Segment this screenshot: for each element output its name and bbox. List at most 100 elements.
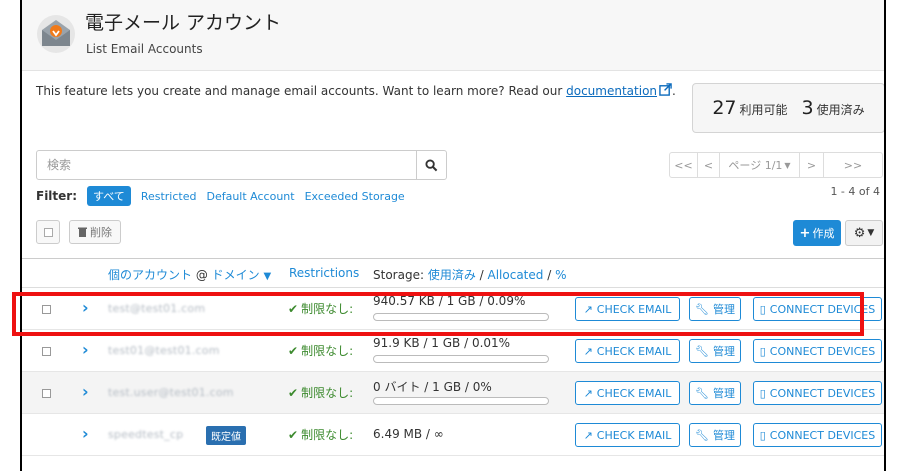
external-link-icon: ↗ — [583, 344, 593, 358]
trash-icon — [78, 227, 87, 237]
check-email-button[interactable]: ↗ CHECK EMAIL — [575, 297, 680, 321]
filter-label: Filter: — [36, 189, 78, 203]
gear-icon: ⚙ — [853, 225, 866, 241]
storage-usage: 0 バイト / 1 GB / 0% — [373, 380, 492, 394]
manage-button[interactable]: 🔧︎ 管理 — [689, 297, 741, 321]
wrench-icon: 🔧︎ — [695, 386, 709, 400]
phone-icon: ▯ — [759, 344, 766, 358]
description-text: This feature lets you create and manage … — [36, 84, 567, 98]
page-subtitle: List Email Accounts — [86, 42, 203, 56]
storage-usage: 6.49 MB / ∞ — [373, 427, 444, 441]
check-email-button[interactable]: ↗ CHECK EMAIL — [575, 381, 680, 405]
connect-devices-label: CONNECT DEVICES — [769, 428, 876, 442]
restriction-status: ✔ 制限なし: — [288, 426, 353, 443]
filter-exceeded-storage[interactable]: Exceeded Storage — [305, 190, 405, 203]
search-input[interactable] — [37, 151, 417, 179]
feature-description: This feature lets you create and manage … — [36, 83, 676, 98]
expand-row-icon[interactable]: › — [82, 298, 89, 317]
used-stat: 3 使用済み — [802, 97, 865, 119]
restriction-text: 制限なし: — [301, 386, 354, 400]
settings-button[interactable]: ⚙ ▼ — [845, 220, 883, 246]
checkmark-icon: ✔ — [288, 428, 299, 442]
table-header: 個のアカウント @ ドメイン ▼ Restrictions Storage: 使… — [22, 258, 884, 288]
available-label: 利用可能 — [739, 103, 788, 117]
table-row: › speedtest_cp 既定値 ✔ 制限なし: 6.49 MB / ∞ ↗ C… — [22, 414, 884, 456]
account-email: test01@test01.com — [108, 344, 220, 357]
row-checkbox[interactable] — [42, 347, 51, 356]
delete-button[interactable]: 削除 — [69, 220, 121, 244]
check-email-label: CHECK EMAIL — [596, 428, 672, 442]
connect-devices-button[interactable]: ▯ CONNECT DEVICES — [753, 339, 882, 363]
prev-page-button[interactable]: < — [698, 153, 720, 177]
storage-usage: 940.57 KB / 1 GB / 0.09% — [373, 294, 526, 308]
sort-used[interactable]: 使用済み — [428, 268, 476, 282]
expand-row-icon[interactable]: › — [82, 424, 89, 443]
checkmark-icon: ✔ — [288, 344, 299, 358]
checkmark-icon: ✔ — [288, 302, 299, 316]
page-select[interactable]: ページ 1/1 ▼ — [720, 153, 800, 177]
connect-devices-button[interactable]: ▯ CONNECT DEVICES — [753, 297, 882, 321]
filter-all[interactable]: すべて — [87, 186, 131, 206]
restriction-text: 制限なし: — [301, 344, 354, 358]
manage-label: 管理 — [712, 345, 735, 358]
check-email-button[interactable]: ↗ CHECK EMAIL — [575, 339, 680, 363]
table-row: › test@test01.com ✔ 制限なし: 940.57 KB / 1 G… — [22, 288, 884, 330]
expand-row-icon[interactable]: › — [82, 340, 89, 359]
storage-bar — [373, 397, 549, 405]
next-page-button[interactable]: > — [800, 153, 824, 177]
filter-restricted[interactable]: Restricted — [141, 190, 197, 203]
documentation-link[interactable]: documentation — [566, 84, 657, 98]
restriction-status: ✔ 制限なし: — [288, 300, 353, 317]
manage-label: 管理 — [712, 429, 735, 442]
check-email-label: CHECK EMAIL — [596, 386, 672, 400]
wrench-icon: 🔧︎ — [695, 428, 709, 442]
caret-down-icon: ▼ — [867, 228, 875, 238]
wrench-icon: 🔧︎ — [695, 344, 709, 358]
external-link-icon: ↗ — [583, 428, 593, 442]
expand-row-icon[interactable]: › — [82, 382, 89, 401]
connect-devices-button[interactable]: ▯ CONNECT DEVICES — [753, 381, 882, 405]
external-link-icon[interactable] — [659, 83, 672, 96]
page-header: 電子メール アカウント List Email Accounts — [22, 0, 884, 71]
row-checkbox[interactable] — [42, 389, 51, 398]
sort-allocated[interactable]: Allocated — [488, 268, 544, 282]
check-email-button[interactable]: ↗ CHECK EMAIL — [575, 423, 680, 447]
select-all-checkbox[interactable] — [36, 220, 60, 244]
available-stat: 27 利用可能 — [712, 97, 787, 119]
account-header-at: @ — [195, 268, 208, 282]
external-link-icon: ↗ — [583, 302, 593, 316]
create-label: 作成 — [812, 227, 835, 240]
manage-label: 管理 — [712, 303, 735, 316]
storage-column-header: Storage: 使用済み / Allocated / % — [373, 268, 567, 282]
account-email: test.user@test01.com — [108, 386, 234, 399]
restriction-status: ✔ 制限なし: — [288, 342, 353, 359]
manage-button[interactable]: 🔧︎ 管理 — [689, 423, 741, 447]
check-email-label: CHECK EMAIL — [596, 344, 672, 358]
account-email: test@test01.com — [108, 302, 206, 315]
chevron-down-icon: ▼ — [263, 271, 272, 282]
first-page-button[interactable]: << — [670, 153, 698, 177]
checkmark-icon: ✔ — [288, 386, 299, 400]
manage-button[interactable]: 🔧︎ 管理 — [689, 339, 741, 363]
filter-bar: Filter: すべて Restricted Default Account E… — [36, 186, 405, 206]
search-box — [36, 150, 447, 180]
create-button[interactable]: + 作成 — [793, 220, 841, 246]
restriction-text: 制限なし: — [301, 302, 354, 316]
account-header-label: 個のアカウント — [108, 268, 193, 282]
account-column-header[interactable]: 個のアカウント @ ドメイン ▼ — [108, 266, 271, 283]
external-link-icon: ↗ — [583, 386, 593, 400]
search-icon — [425, 158, 438, 171]
manage-button[interactable]: 🔧︎ 管理 — [689, 381, 741, 405]
storage-usage: 91.9 KB / 1 GB / 0.01% — [373, 336, 511, 350]
connect-devices-button[interactable]: ▯ CONNECT DEVICES — [753, 423, 882, 447]
row-checkbox[interactable] — [42, 305, 51, 314]
restriction-status: ✔ 制限なし: — [288, 384, 353, 401]
search-button[interactable] — [416, 151, 446, 179]
filter-default-account[interactable]: Default Account — [206, 190, 294, 203]
envelope-icon — [37, 15, 75, 53]
restrictions-column-header[interactable]: Restrictions — [289, 266, 359, 280]
last-page-button[interactable]: >> — [824, 153, 882, 177]
sort-percent[interactable]: % — [555, 268, 566, 282]
checkbox-box — [44, 228, 53, 237]
account-stats: 27 利用可能 3 使用済み — [692, 83, 884, 133]
